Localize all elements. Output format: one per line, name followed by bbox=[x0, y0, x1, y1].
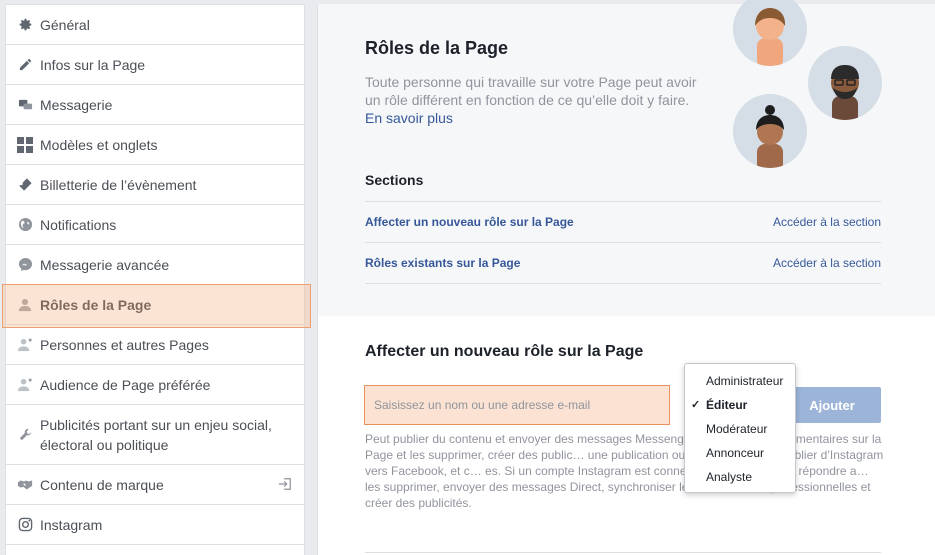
role-option-editor[interactable]: ✓ Éditeur bbox=[685, 393, 795, 417]
input-placeholder: Saisissez un nom ou une adresse e-mail bbox=[374, 398, 591, 412]
people-star-icon bbox=[16, 376, 34, 394]
learn-more-link[interactable]: En savoir plus bbox=[365, 110, 453, 126]
option-label: Annonceur bbox=[706, 446, 765, 460]
role-option-advertiser[interactable]: Annonceur bbox=[685, 441, 795, 465]
sidebar-item-label: Messagerie bbox=[40, 96, 113, 113]
sidebar-item-label: Général bbox=[40, 16, 90, 33]
sidebar-item-label: Messagerie avancée bbox=[40, 256, 170, 273]
sidebar-item-label: Audience de Page préférée bbox=[40, 376, 211, 393]
sidebar-item-label: Rôles de la Page bbox=[40, 296, 152, 313]
section-row-existing-roles: Rôles existants sur la Page Accéder à la… bbox=[365, 242, 881, 283]
avatar bbox=[808, 46, 882, 120]
handshake-icon bbox=[16, 476, 34, 494]
people-star-icon bbox=[16, 336, 34, 354]
checkmark-icon: ✓ bbox=[691, 399, 701, 411]
section-label[interactable]: Rôles existants sur la Page bbox=[365, 256, 520, 270]
role-dropdown-menu: Administrateur ✓ Éditeur Modérateur Anno… bbox=[684, 363, 796, 493]
assign-role-title: Affecter un nouveau rôle sur la Page bbox=[365, 343, 644, 360]
grid-icon bbox=[16, 136, 34, 154]
option-label: Administrateur bbox=[706, 374, 784, 388]
page-title: Rôles de la Page bbox=[365, 38, 509, 58]
role-permissions-text: Peut publier du contenu et envoyer des m… bbox=[365, 432, 884, 510]
option-label: Éditeur bbox=[706, 398, 748, 412]
sidebar-item-advanced-messaging[interactable]: Messagerie avancée bbox=[6, 245, 304, 285]
sidebar-item-label: Instagram bbox=[40, 516, 103, 533]
sidebar-item-label: Notifications bbox=[40, 216, 117, 233]
role-option-analyst[interactable]: Analyste bbox=[685, 465, 795, 489]
divider bbox=[365, 552, 881, 553]
sidebar-item-label: Publicités portant sur un enjeu social, … bbox=[40, 416, 272, 453]
sidebar-item-branded-content[interactable]: Contenu de marque bbox=[6, 465, 304, 505]
role-option-administrator[interactable]: Administrateur bbox=[685, 369, 795, 393]
description-text: Toute personne qui travaille sur votre P… bbox=[365, 74, 697, 108]
gear-icon bbox=[16, 16, 34, 34]
settings-sidebar: Général Infos sur la Page Messagerie Mod… bbox=[5, 4, 305, 555]
sidebar-item-general[interactable]: Général bbox=[6, 5, 304, 45]
sidebar-item-label: Personnes et autres Pages bbox=[40, 336, 209, 353]
sidebar-item-notifications[interactable]: Notifications bbox=[6, 205, 304, 245]
sidebar-item-instagram[interactable]: Instagram bbox=[6, 505, 304, 545]
globe-icon bbox=[16, 216, 34, 234]
sidebar-item-label: Infos sur la Page bbox=[40, 56, 146, 73]
sidebar-item-page-info[interactable]: Infos sur la Page bbox=[6, 45, 304, 85]
sidebar-item-page-roles[interactable]: Rôles de la Page bbox=[6, 285, 304, 325]
name-email-input[interactable]: Saisissez un nom ou une adresse e-mail bbox=[364, 385, 670, 425]
sections-heading: Sections bbox=[365, 172, 424, 188]
sidebar-item-preferred-audience[interactable]: Audience de Page préférée bbox=[6, 365, 304, 405]
person-icon bbox=[16, 296, 34, 314]
avatar bbox=[733, 94, 807, 168]
sidebar-item-label: Billetterie de l’évènement bbox=[40, 176, 197, 193]
page-roles-description: Toute personne qui travaille sur votre P… bbox=[365, 73, 705, 127]
sidebar-item-label: Modèles et onglets bbox=[40, 136, 158, 153]
chat-bubbles-icon bbox=[16, 96, 34, 114]
messenger-icon bbox=[16, 256, 34, 274]
sidebar-item-label: Contenu de marque bbox=[40, 476, 164, 493]
pencil-icon bbox=[16, 56, 34, 74]
sidebar-item-political-ads[interactable]: Publicités portant sur un enjeu social, … bbox=[6, 405, 304, 465]
section-label[interactable]: Affecter un nouveau rôle sur la Page bbox=[365, 215, 574, 229]
go-to-section-link[interactable]: Accéder à la section bbox=[773, 215, 881, 229]
sidebar-item-templates-tabs[interactable]: Modèles et onglets bbox=[6, 125, 304, 165]
sidebar-item-people-other-pages[interactable]: Personnes et autres Pages bbox=[6, 325, 304, 365]
external-login-icon[interactable] bbox=[278, 477, 292, 494]
role-option-moderator[interactable]: Modérateur bbox=[685, 417, 795, 441]
ticket-icon bbox=[16, 176, 34, 194]
option-label: Analyste bbox=[706, 470, 753, 484]
sidebar-item-messaging[interactable]: Messagerie bbox=[6, 85, 304, 125]
sidebar-item-event-ticketing[interactable]: Billetterie de l’évènement bbox=[6, 165, 304, 205]
section-row-assign-role: Affecter un nouveau rôle sur la Page Acc… bbox=[365, 201, 881, 242]
wrench-icon bbox=[16, 426, 34, 444]
go-to-section-link[interactable]: Accéder à la section bbox=[773, 256, 881, 270]
divider bbox=[365, 283, 881, 284]
instagram-icon bbox=[16, 516, 34, 534]
add-button[interactable]: Ajouter bbox=[783, 387, 881, 423]
option-label: Modérateur bbox=[706, 422, 768, 436]
